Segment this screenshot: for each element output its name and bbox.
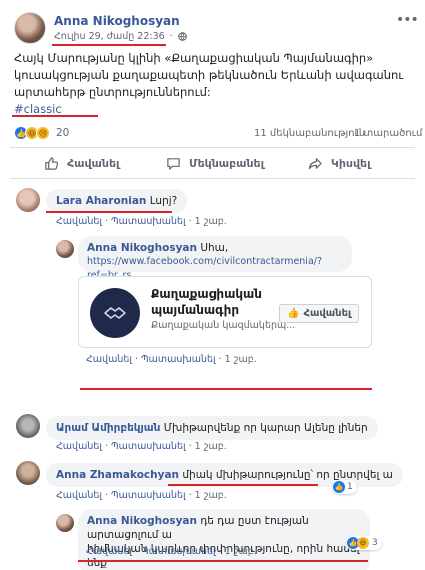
reply-actions: Հավանել · Պատասխանել · 1 շաբ. — [86, 546, 257, 557]
comment-reply-link[interactable]: Պատասխանել — [111, 216, 186, 227]
share-arrow-icon — [308, 158, 322, 170]
reply-bubble: Anna Nikoghosyan Սհա, https://www.facebo… — [78, 236, 352, 281]
comment-reply-link[interactable]: Պատասխանել — [111, 490, 186, 501]
annotation-underline-reply-actions — [78, 560, 368, 562]
reply-reply-link[interactable]: Պատասխանել — [141, 546, 216, 557]
comment-bubble-icon — [167, 158, 180, 170]
comments-count[interactable]: 11 մեկնաբանություն — [254, 128, 365, 139]
page-like-button[interactable]: 👍 Հավանել — [279, 304, 360, 323]
comment-text: Մխիթարվենք որ կարար Ալենը լիներ — [163, 422, 368, 434]
dot-separator: · — [169, 31, 173, 42]
comment-button-label: Մեկնաբանել — [189, 157, 265, 170]
commenter-avatar[interactable] — [16, 188, 40, 212]
comment-actions: Հավանել · Պատասխանել · 1 շաբ. — [56, 441, 227, 452]
reply-reply-link[interactable]: Պատասխանել — [141, 354, 216, 365]
share-button-label: Կիսվել — [331, 157, 371, 170]
comment-button[interactable]: Մեկնաբանել — [166, 156, 264, 171]
reply-time[interactable]: 1 շաբ. — [225, 354, 257, 365]
handshake-logo-icon — [104, 307, 126, 319]
annotation-underline-comment-author — [46, 211, 172, 213]
reply-reaction-count: 3 — [372, 538, 378, 548]
post-author-avatar[interactable] — [14, 12, 46, 44]
comment-actions: Հավանել · Պատասխանել · 1 շաբ. — [56, 490, 227, 501]
reply-author-avatar[interactable] — [56, 240, 74, 258]
page-title-line1[interactable]: Քաղաքացիական — [151, 287, 262, 301]
comment-like-link[interactable]: Հավանել — [56, 490, 102, 501]
page-title-line2[interactable]: պայմանագիր — [151, 303, 239, 317]
comment-like-link[interactable]: Հավանել — [56, 216, 102, 227]
post-author-name[interactable]: Anna Nikoghosyan — [54, 14, 180, 28]
comment-bubble: Արամ Ամիրբեկյան Մխիթարվենք որ կարար Ալեն… — [46, 416, 378, 440]
like-reaction-icon: 👍 — [333, 481, 345, 493]
annotation-underline-comment-text — [168, 484, 318, 486]
divider-bottom — [10, 178, 415, 179]
share-button[interactable]: Կիսվել — [308, 156, 371, 171]
reply-reaction-badge[interactable]: 👍 😆 3 — [346, 536, 382, 550]
page-like-button-label: Հավանել — [303, 308, 352, 319]
reactions-summary[interactable]: 👍 😆 😢 20 — [14, 126, 69, 140]
public-globe-icon — [177, 32, 187, 41]
post-hashtag[interactable]: #classic — [14, 102, 62, 116]
thumbs-up-icon — [45, 157, 59, 170]
reply-time[interactable]: 1 շաբ. — [225, 546, 257, 557]
page-like-thumb-icon: 👍 — [287, 308, 300, 319]
reply-author-name[interactable]: Anna Nikoghosyan — [87, 242, 197, 254]
annotation-underline-separator — [80, 388, 372, 390]
page-logo-icon — [90, 288, 140, 338]
page-subtitle: Քաղաքական կազմակերպ... — [151, 320, 296, 331]
sad-reaction-icon: 😢 — [36, 126, 50, 140]
like-button[interactable]: Հավանել — [44, 156, 119, 171]
comment-time[interactable]: 1 շաբ. — [195, 441, 227, 452]
commenter-name[interactable]: Anna Zhamakochyan — [56, 469, 179, 481]
reply-author-name[interactable]: Anna Nikoghosyan — [87, 515, 197, 527]
reactions-count[interactable]: 20 — [56, 127, 69, 139]
post-body: Հայկ Մարությանը կլինի «Քաղաքացիական Պայմ… — [14, 51, 404, 99]
comment-reaction-badge[interactable]: 👍 1 — [332, 480, 357, 494]
reply-text: Սհա, — [200, 242, 229, 254]
comment-bubble: Lara Aharonian Luրj? — [46, 189, 188, 213]
reply-like-link[interactable]: Հավանել — [86, 354, 132, 365]
comment-time[interactable]: 1 շաբ. — [195, 490, 227, 501]
commenter-avatar[interactable] — [16, 461, 40, 485]
annotation-underline-hashtag — [12, 115, 98, 117]
comment-actions: Հավանել · Պատասխանել · 1 շաբ. — [56, 216, 227, 227]
comment-text: Luրj? — [149, 195, 178, 207]
divider-top — [10, 147, 415, 148]
reply-like-link[interactable]: Հավանել — [86, 546, 132, 557]
commenter-avatar[interactable] — [16, 414, 40, 438]
page-preview-card[interactable]: Քաղաքացիական պայմանագիր Քաղաքական կազմակ… — [78, 276, 372, 348]
shares-count[interactable]: 1 տարածում — [354, 128, 422, 139]
comment-like-link[interactable]: Հավանել — [56, 441, 102, 452]
reply-author-avatar[interactable] — [56, 514, 74, 532]
comment-reaction-count: 1 — [347, 482, 353, 492]
commenter-name[interactable]: Lara Aharonian — [56, 195, 146, 207]
post-timestamp-text[interactable]: Հուլիս 29, ժամը 22:36 — [54, 31, 165, 42]
comment-text: միակ մխիթարությունը՝ որ ընտրվել ա — [182, 469, 393, 481]
post-timestamp[interactable]: Հուլիս 29, ժամը 22:36 · — [54, 31, 187, 42]
haha-reaction-icon: 😆 — [357, 537, 369, 549]
commenter-name[interactable]: Արամ Ամիրբեկյան — [56, 422, 160, 434]
comment-reply-link[interactable]: Պատասխանել — [111, 441, 186, 452]
like-button-label: Հավանել — [67, 157, 120, 170]
comment-time[interactable]: 1 շաբ. — [195, 216, 227, 227]
reply-actions: Հավանել · Պատասխանել · 1 շաբ. — [86, 354, 257, 365]
more-options-icon[interactable]: ••• — [396, 12, 419, 28]
annotation-underline-timestamp — [52, 44, 166, 46]
